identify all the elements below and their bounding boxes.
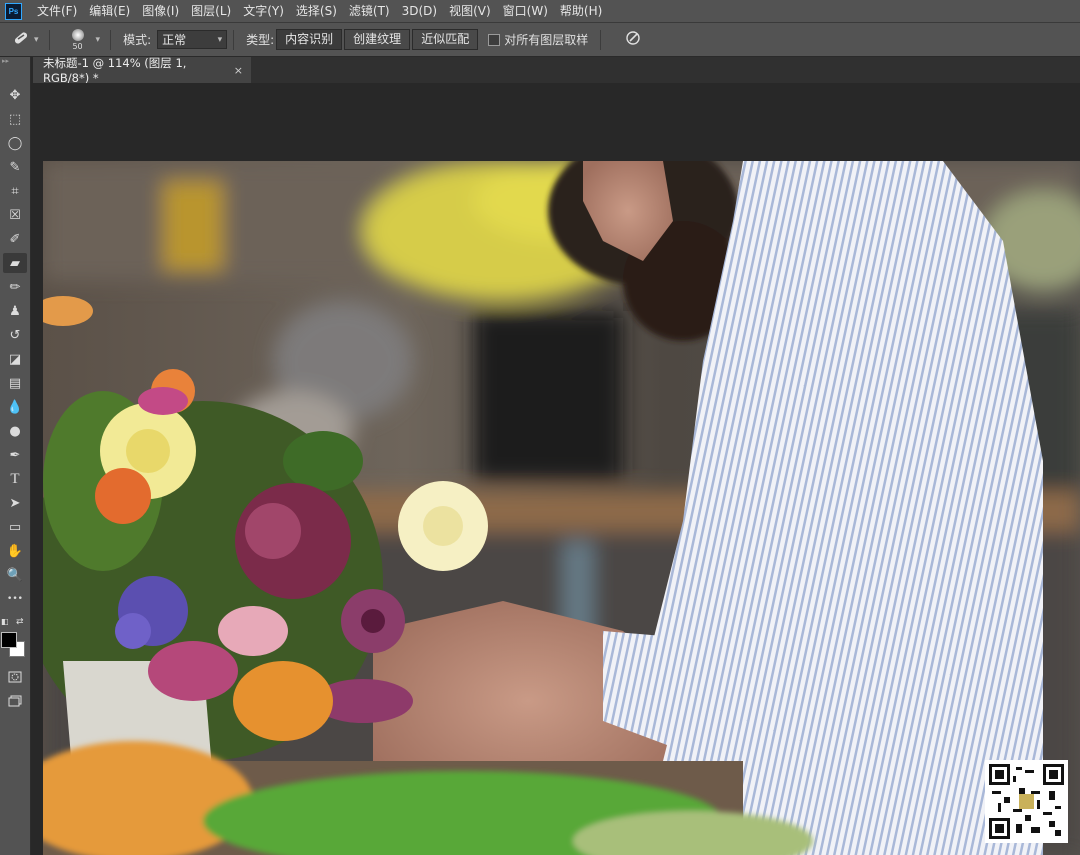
divider (110, 29, 112, 50)
spot-healing-tool-icon[interactable]: ▰ (3, 253, 27, 273)
florist-photo (43, 161, 1080, 855)
menu-window[interactable]: 窗口(W) (497, 0, 554, 22)
brush-tool-icon[interactable]: ✏ (3, 277, 27, 297)
quick-mask-icon[interactable] (3, 667, 27, 687)
swap-colors-icon[interactable]: ⇄ (16, 617, 24, 627)
type-label: 类型: (246, 33, 275, 47)
dodge-tool-icon[interactable]: ● (3, 421, 27, 441)
divider (233, 29, 235, 50)
menu-file[interactable]: 文件(F) (31, 0, 83, 22)
move-tool-icon[interactable]: ✥ (3, 85, 27, 105)
frame-tool-icon[interactable]: ☒ (3, 205, 27, 225)
crop-tool-icon[interactable]: ⌗ (3, 181, 27, 201)
eyedropper-tool-icon[interactable]: ✐ (3, 229, 27, 249)
spot-healing-brush-icon[interactable] (12, 30, 30, 50)
canvas-image[interactable] (43, 161, 1080, 855)
document-tab[interactable]: 未标题-1 @ 114% (图层 1, RGB/8*) * × (33, 56, 251, 85)
type-tool-icon[interactable]: T (3, 469, 27, 489)
photoshop-logo-icon: Ps (5, 2, 22, 20)
type-content-aware-button[interactable]: 内容识别 (276, 29, 343, 50)
path-select-tool-icon[interactable]: ➤ (3, 493, 27, 513)
document-tab-title: 未标题-1 @ 114% (图层 1, RGB/8*) * (43, 56, 187, 85)
blur-tool-icon[interactable]: 💧 (3, 397, 27, 417)
chevron-down-icon: ▾ (217, 34, 223, 45)
sample-all-layers-label: 对所有图层取样 (504, 33, 589, 47)
screen-mode-icon[interactable] (3, 691, 27, 711)
brush-picker[interactable]: 50 (64, 28, 92, 51)
mode-select[interactable]: 正常 ▾ (157, 30, 228, 49)
menu-filter[interactable]: 滤镜(T) (343, 0, 396, 22)
brush-size-value: 50 (72, 41, 83, 51)
gradient-tool-icon[interactable]: ▤ (3, 373, 27, 393)
zoom-tool-icon[interactable]: 🔍 (3, 565, 27, 585)
menu-3d[interactable]: 3D(D) (396, 0, 443, 22)
menu-type[interactable]: 文字(Y) (237, 0, 290, 22)
menu-edit[interactable]: 编辑(E) (83, 0, 136, 22)
options-bar: ▾ 50 ▾ 模式: 正常 ▾ 类型: 内容识别 创建纹理 近似匹配 对所有图层… (0, 23, 1080, 57)
pressure-size-icon[interactable] (625, 30, 641, 50)
hand-tool-icon[interactable]: ✋ (3, 541, 27, 561)
qr-code (985, 760, 1068, 843)
document-tab-bar: 未标题-1 @ 114% (图层 1, RGB/8*) * × (33, 56, 1080, 85)
qr-code-icon (989, 764, 1064, 839)
menu-layer[interactable]: 图层(L) (185, 0, 237, 22)
menu-select[interactable]: 选择(S) (290, 0, 343, 22)
menu-view[interactable]: 视图(V) (443, 0, 497, 22)
tool-preset-chevron-down-icon[interactable]: ▾ (34, 35, 39, 45)
menu-image[interactable]: 图像(I) (136, 0, 185, 22)
close-icon[interactable]: × (234, 64, 243, 77)
marquee-tool-icon[interactable]: ⬚ (3, 109, 27, 129)
mode-value: 正常 (162, 33, 187, 47)
default-colors-icon[interactable]: ◧ (1, 617, 9, 626)
eraser-tool-icon[interactable]: ◪ (3, 349, 27, 369)
rectangle-tool-icon[interactable]: ▭ (3, 517, 27, 537)
history-brush-tool-icon[interactable]: ↺ (3, 325, 27, 345)
pen-tool-icon[interactable]: ✒ (3, 445, 27, 465)
toolbox: ▸▸ ✥ ⬚ ◯ ✎ ⌗ ☒ ✐ ▰ ✏ ♟ ↺ ◪ ▤ 💧 ● ✒ T ➤ ▭ ✋ 🔍 ••• ◧ ⇄ (0, 57, 31, 855)
more-tools-icon[interactable]: ••• (3, 589, 27, 609)
sample-all-layers-checkbox[interactable] (488, 33, 501, 46)
stamp-tool-icon[interactable]: ♟ (3, 301, 27, 321)
foreground-color-swatch[interactable] (1, 632, 17, 648)
type-proximity-match-button[interactable]: 近似匹配 (412, 29, 479, 50)
brush-chevron-down-icon[interactable]: ▾ (96, 35, 101, 45)
menu-help[interactable]: 帮助(H) (554, 0, 608, 22)
divider (600, 29, 602, 50)
lasso-tool-icon[interactable]: ◯ (3, 133, 27, 153)
type-create-texture-button[interactable]: 创建纹理 (344, 29, 411, 50)
mode-label: 模式: (123, 33, 152, 47)
toolbox-grip-icon[interactable]: ▸▸ (0, 57, 30, 66)
divider (48, 29, 50, 50)
brush-tip-icon (71, 28, 84, 41)
menu-bar: Ps 文件(F) 编辑(E) 图像(I) 图层(L) 文字(Y) 选择(S) 滤… (0, 0, 1080, 23)
quick-select-tool-icon[interactable]: ✎ (3, 157, 27, 177)
